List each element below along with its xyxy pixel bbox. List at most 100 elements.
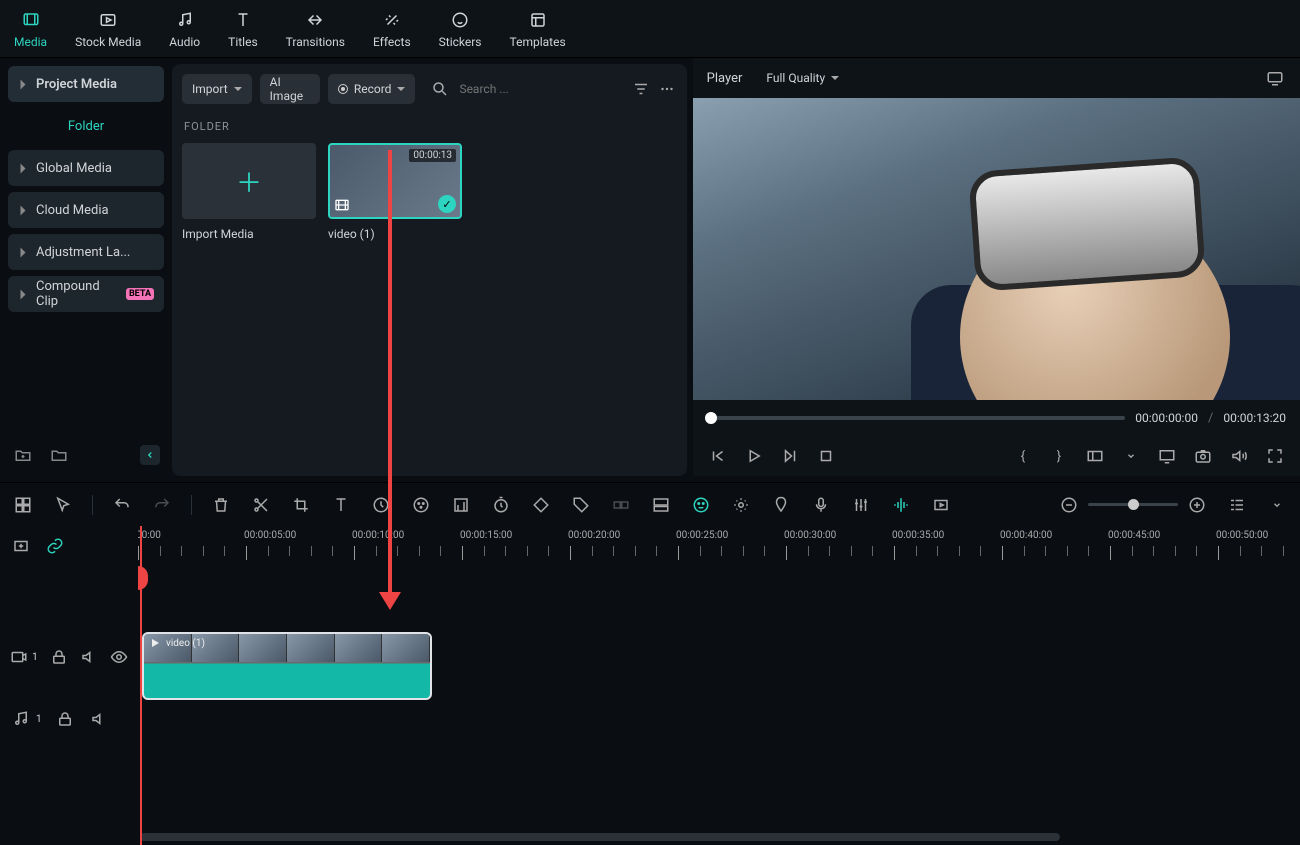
sidebar-item-label: Cloud Media bbox=[36, 203, 109, 218]
time-ruler[interactable]: 00:0000:00:05:0000:00:10:0000:00:15:0000… bbox=[138, 526, 1300, 566]
add-track-icon[interactable] bbox=[10, 535, 32, 557]
import-media-tile[interactable]: ＋ Import Media bbox=[182, 143, 316, 241]
new-bin-icon[interactable] bbox=[48, 444, 70, 466]
beat-icon[interactable] bbox=[890, 494, 912, 516]
voiceover-icon[interactable] bbox=[810, 494, 832, 516]
search-input[interactable] bbox=[457, 81, 617, 97]
zoom-out-icon[interactable] bbox=[1058, 494, 1080, 516]
visibility-icon[interactable] bbox=[110, 646, 128, 668]
timeline-toolbar bbox=[0, 482, 1300, 526]
tab-label: Media bbox=[14, 35, 47, 49]
zoom-slider[interactable] bbox=[1088, 503, 1178, 506]
lock-icon[interactable] bbox=[50, 646, 68, 668]
top-navigation: Media Stock Media Audio Titles Transitio… bbox=[0, 0, 1300, 58]
split-icon[interactable] bbox=[250, 494, 272, 516]
aspect-ratio-icon[interactable] bbox=[1084, 445, 1106, 467]
beta-badge: BETA bbox=[126, 288, 154, 300]
filter-icon[interactable] bbox=[631, 78, 650, 100]
link-icon[interactable] bbox=[44, 535, 66, 557]
chevron-down-icon[interactable] bbox=[1266, 494, 1288, 516]
chevron-right-icon bbox=[21, 289, 26, 299]
progress-bar[interactable]: 00:00:00:00 / 00:00:13:20 bbox=[693, 400, 1300, 436]
mute-icon[interactable] bbox=[80, 646, 98, 668]
sidebar-item-adjustment-layer[interactable]: Adjustment La... bbox=[8, 234, 164, 270]
tab-label: Titles bbox=[228, 35, 257, 49]
audio-mixer-icon[interactable] bbox=[850, 494, 872, 516]
timeline-view-icon[interactable] bbox=[1226, 494, 1248, 516]
lock-icon[interactable] bbox=[54, 708, 76, 730]
tab-stock-media[interactable]: Stock Media bbox=[75, 9, 141, 49]
record-dropdown[interactable]: Record bbox=[328, 74, 416, 104]
volume-icon[interactable] bbox=[1228, 445, 1250, 467]
preview-viewport[interactable] bbox=[693, 98, 1300, 400]
redo-icon[interactable] bbox=[151, 494, 173, 516]
sidebar-item-cloud-media[interactable]: Cloud Media bbox=[8, 192, 164, 228]
snapshot-icon[interactable] bbox=[1192, 445, 1214, 467]
audio-track-header[interactable]: 1 bbox=[0, 688, 138, 750]
crop-icon[interactable] bbox=[290, 494, 312, 516]
tab-media[interactable]: Media bbox=[14, 9, 47, 49]
stop-icon[interactable] bbox=[815, 445, 837, 467]
effects-icon bbox=[381, 9, 403, 31]
undo-icon[interactable] bbox=[111, 494, 133, 516]
timeline-tracks[interactable]: 00:0000:00:05:0000:00:10:0000:00:15:0000… bbox=[138, 526, 1300, 845]
keyframe-icon[interactable] bbox=[530, 494, 552, 516]
mark-in-icon[interactable]: { bbox=[1012, 445, 1034, 467]
play-forward-icon[interactable] bbox=[779, 445, 801, 467]
fullscreen-icon[interactable] bbox=[1264, 445, 1286, 467]
duration-icon[interactable] bbox=[490, 494, 512, 516]
import-dropdown[interactable]: Import bbox=[182, 74, 252, 104]
text-icon[interactable] bbox=[330, 494, 352, 516]
sidebar-item-compound-clip[interactable]: Compound Clip BETA bbox=[8, 276, 164, 312]
color-icon[interactable] bbox=[410, 494, 432, 516]
timeline-scrollbar[interactable] bbox=[138, 833, 1290, 841]
mark-out-icon[interactable]: } bbox=[1048, 445, 1070, 467]
time-separator: / bbox=[1208, 411, 1213, 426]
video-track-header[interactable]: 1 bbox=[0, 626, 138, 688]
delete-icon[interactable] bbox=[210, 494, 232, 516]
sidebar-item-global-media[interactable]: Global Media bbox=[8, 150, 164, 186]
video-track[interactable]: video (1) bbox=[138, 626, 1300, 688]
speed-icon[interactable] bbox=[370, 494, 392, 516]
chevron-down-icon[interactable] bbox=[1120, 445, 1142, 467]
playhead[interactable] bbox=[140, 526, 142, 845]
collapse-sidebar-button[interactable] bbox=[140, 445, 160, 465]
track-number: 1 bbox=[36, 714, 42, 725]
dropdown-label: Full Quality bbox=[766, 71, 825, 85]
adjust-icon[interactable] bbox=[450, 494, 472, 516]
more-icon[interactable] bbox=[658, 78, 677, 100]
quality-dropdown[interactable]: Full Quality bbox=[756, 63, 849, 93]
display-settings-icon[interactable] bbox=[1264, 67, 1286, 89]
tab-stickers[interactable]: Stickers bbox=[439, 9, 482, 49]
audio-track[interactable] bbox=[138, 688, 1300, 750]
tab-templates[interactable]: Templates bbox=[510, 9, 566, 49]
cursor-icon[interactable] bbox=[52, 494, 74, 516]
layout-icon[interactable] bbox=[12, 494, 34, 516]
sidebar-item-folder[interactable]: Folder bbox=[8, 108, 164, 144]
monitor-icon[interactable] bbox=[1156, 445, 1178, 467]
tab-audio[interactable]: Audio bbox=[169, 9, 200, 49]
tab-transitions[interactable]: Transitions bbox=[286, 9, 345, 49]
ai-icon[interactable] bbox=[690, 494, 712, 516]
render-icon[interactable] bbox=[930, 494, 952, 516]
tab-effects[interactable]: Effects bbox=[373, 9, 411, 49]
zoom-in-icon[interactable] bbox=[1186, 494, 1208, 516]
marker-icon[interactable] bbox=[770, 494, 792, 516]
mute-icon[interactable] bbox=[88, 708, 110, 730]
sidebar-item-project-media[interactable]: Project Media bbox=[8, 66, 164, 102]
media-clip-tile[interactable]: 00:00:13 ✓ video (1) bbox=[328, 143, 462, 241]
ai-image-button[interactable]: AI Image bbox=[260, 74, 320, 104]
motion-icon[interactable] bbox=[730, 494, 752, 516]
detach-audio-icon[interactable] bbox=[650, 494, 672, 516]
group-icon[interactable] bbox=[610, 494, 632, 516]
search-box[interactable] bbox=[423, 74, 623, 104]
tab-titles[interactable]: Titles bbox=[228, 9, 257, 49]
zoom-control[interactable] bbox=[1058, 494, 1208, 516]
play-icon[interactable] bbox=[743, 445, 765, 467]
new-folder-icon[interactable] bbox=[12, 444, 34, 466]
media-grid: ＋ Import Media 00:00:13 ✓ video (1) bbox=[182, 143, 677, 241]
prev-frame-icon[interactable] bbox=[707, 445, 729, 467]
progress-track[interactable] bbox=[707, 416, 1126, 420]
tag-icon[interactable] bbox=[570, 494, 592, 516]
tab-label: Templates bbox=[510, 35, 566, 49]
